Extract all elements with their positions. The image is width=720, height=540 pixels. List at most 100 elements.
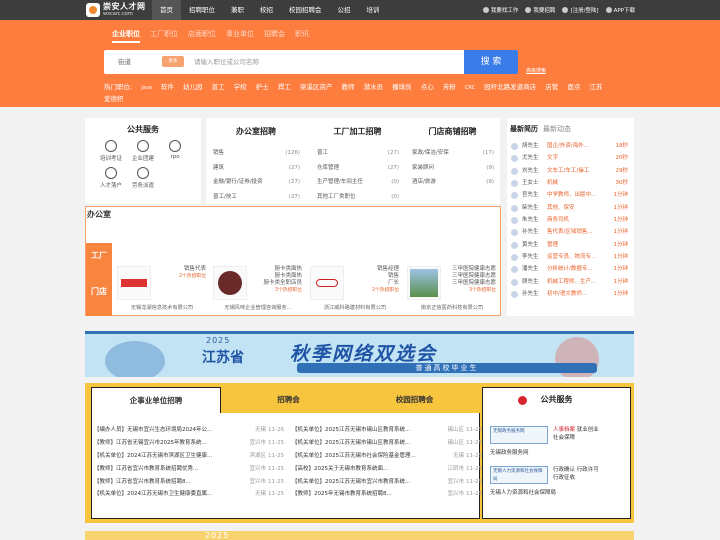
recruit-row[interactable]: 【机关单位】2025江苏无锡市社会保险基金管理... 无锡 11-25 — [292, 450, 482, 463]
company-card[interactable]: 销售代表 2个热招职位 无锡龙湖信息技术有限公司 — [114, 252, 210, 315]
job-cat-row[interactable]: 金融/银行/证券/投资 (27) — [206, 175, 306, 190]
tab-company-jobs[interactable]: 企业职位 — [112, 29, 140, 43]
recruit-row[interactable]: 【机关单位】2025江苏无锡市宜兴市教育系统... 宜兴市 11-25 — [292, 476, 482, 489]
resume-row[interactable]: 孙先生 初中/语文教师... 1分钟 — [507, 288, 634, 300]
nav-home[interactable]: 首页 — [152, 0, 181, 20]
recruit-row[interactable]: 【高校】2025关于无锡市教育系统面... 江阴市 11-25 — [292, 463, 482, 476]
recruit-row[interactable]: 【教师】江苏省宜兴市教育系统招聘8... 宜兴市 11-25 — [94, 476, 284, 489]
recruit-row[interactable]: 【教师】2025年无锡市教育系统招聘8... 宜兴市 11-25 — [292, 488, 482, 501]
recruit-link[interactable]: 我要招聘 — [525, 6, 555, 14]
hot-job[interactable]: 面点 — [567, 83, 580, 91]
company-card[interactable]: 厨卡类面热 厨卡类面热 厨卡类全职店员 3个热招职位 无锡风味企业管理咨询服务... — [210, 252, 306, 315]
hot-job[interactable]: 教师 — [341, 83, 354, 91]
hot-job[interactable]: 软件 — [161, 83, 174, 91]
nav-training[interactable]: 培训 — [359, 0, 388, 20]
job-cat-row[interactable]: 酒店/旅游 (9) — [405, 175, 500, 190]
job-cat-row[interactable]: 普工 (27) — [310, 146, 405, 161]
type-select[interactable]: 更多 — [162, 56, 184, 67]
resume-row[interactable]: 孙先生 售代表/区域销售... 1分钟 — [507, 226, 634, 238]
nav-public[interactable]: 公招 — [330, 0, 359, 20]
tab-latest-resumes[interactable]: 最新简历 — [510, 124, 538, 134]
nav-campus[interactable]: 校招 — [252, 0, 281, 20]
tab-job-fair[interactable]: 招聘会 — [264, 29, 285, 43]
tab-factory[interactable]: 工厂 — [86, 243, 112, 279]
team-building-link[interactable]: 企业团建 — [127, 140, 159, 162]
job-cat-row[interactable]: 家政/保洁/安保 (17) — [405, 146, 500, 161]
job-cat-row[interactable]: 建筑 (27) — [206, 161, 306, 176]
advanced-search-link[interactable]: 高级搜索 — [526, 67, 546, 74]
login-link[interactable]: [注册/登陆] — [562, 6, 599, 14]
hot-job[interactable]: 学校 — [234, 83, 247, 91]
service-item[interactable]: 无锡政务服务网 人事档案 就业创业 社会保障 无锡政务服务网 — [487, 422, 628, 462]
tab-store[interactable]: 门店 — [86, 279, 112, 316]
resume-row[interactable]: 王女士 机械 30秒 — [507, 177, 634, 189]
recruit-row[interactable]: 【机关单位】2025江苏无锡市锡山区教育系统... 锡山区 11-25 — [292, 437, 482, 450]
job-cat-row[interactable]: 普工/技工 (27) — [206, 190, 306, 205]
tab-public-institution[interactable]: 事业单位 — [226, 29, 254, 43]
autumn-fair-banner[interactable]: 2025 江苏省 秋季网络双选会 普通高校毕业生 — [85, 331, 634, 377]
resume-row[interactable]: 李先生 运营专员、物流专... 1分钟 — [507, 251, 634, 263]
resume-row[interactable]: 潘先生 分析统计/数据专... 1分钟 — [507, 263, 634, 275]
resume-row[interactable]: 官先生 中学教师、出版中... 1分钟 — [507, 189, 634, 201]
tab-enterprise-recruit[interactable]: 企事业单位招聘 — [91, 387, 221, 414]
resume-row[interactable]: 刘先生 文车工/车工/操工 29秒 — [507, 165, 634, 177]
resume-row[interactable]: 胡先生 国企/外资/海外... 18秒 — [507, 140, 634, 152]
featured-companies: 办公室 工厂 门店 销售代表 2个热招职位 无锡龙湖信息技术有限公司 厨卡类面热厨… — [85, 206, 501, 316]
job-cat-row[interactable]: 生产管理/车间主任 (0) — [310, 175, 405, 190]
hot-job[interactable]: 播球员 — [392, 83, 412, 91]
hot-job[interactable]: 点心 — [421, 83, 434, 91]
resume-row[interactable]: 柴先生 其他、保安 1分钟 — [507, 202, 634, 214]
recruit-row[interactable]: 【教师】江苏省宜兴市教育系统招聘优秀... 宜兴市 11-25 — [94, 463, 284, 476]
resume-row[interactable]: 黄先生 管理 1分钟 — [507, 239, 634, 251]
site-logo[interactable]: 崇安人才网 wxcarc.com — [86, 2, 146, 17]
recruit-row[interactable]: 【机关单位】2025江苏无锡市锡山区教育系统... 锡山区 11-25 — [292, 424, 482, 437]
recruit-row[interactable]: 【机关单位】2024江苏无锡市卫生健康委直属... 无锡 11-25 — [94, 488, 284, 501]
resume-row[interactable]: 朱先生 商务司机 1分钟 — [507, 214, 634, 226]
job-cat-row[interactable]: 销售 (126) — [206, 146, 306, 161]
hot-job[interactable]: 园杆北路发道商店 — [484, 83, 536, 91]
avatar — [511, 192, 518, 200]
training-cert-link[interactable]: 培训考证 — [95, 140, 127, 162]
city-select[interactable]: 街道 — [118, 50, 131, 74]
recruit-row[interactable]: 【机关单位】2024江苏无锡市滨湖区卫生健康... 滨湖区 11-25 — [94, 450, 284, 463]
nav-campus-fair[interactable]: 校园招聘会 — [281, 0, 330, 20]
company-card[interactable]: 销售经理 销售 厂长 2个热招职位 浙江威科路建材料有限公司 — [307, 252, 403, 315]
hot-job[interactable]: 芳粉 — [443, 83, 456, 91]
resume-row[interactable]: 尤先生 文字 20秒 — [507, 152, 634, 164]
service-item[interactable]: 无锡人力资源和社会保障局 行政确认 行政许可 行政征收 无锡人力资源和社会保障局 — [487, 462, 628, 502]
tab-latest-news[interactable]: 最新动态 — [543, 124, 571, 134]
job-cat-row[interactable]: 其他工厂类职位 (0) — [310, 190, 405, 205]
company-card[interactable]: 三甲医院健康志愿 三甲医院健康志愿 三甲医院健康志愿 3个热招职位 南京正信医药科技有… — [404, 252, 500, 315]
app-download-link[interactable]: APP下载 — [605, 6, 635, 14]
labor-dispatch-link[interactable]: 劳务派遣 — [127, 167, 159, 189]
job-cat-row[interactable]: 仓库管理 (27) — [310, 161, 405, 176]
tab-job-fairs[interactable]: 招聘会 — [231, 387, 346, 413]
recruit-row[interactable]: 【编办人员】无锡市宜兴生态环境局2024年公... 无锡 11-26 — [94, 424, 284, 437]
tab-news[interactable]: 职讯 — [295, 29, 309, 43]
hot-job[interactable]: 焊工 — [278, 83, 291, 91]
tab-office[interactable]: 办公室 — [86, 207, 112, 243]
hot-job[interactable]: 店管 — [545, 83, 558, 91]
tab-campus-fairs[interactable]: 校园招聘会 — [357, 387, 472, 413]
tab-store-jobs[interactable]: 店面职位 — [188, 29, 216, 43]
search-button[interactable]: 搜 索 — [464, 50, 518, 74]
hot-job[interactable]: 梁溪区资产 — [300, 83, 333, 91]
hot-job[interactable]: 普工 — [212, 83, 225, 91]
settlement-link[interactable]: 人才落户 — [95, 167, 127, 189]
rpo-link[interactable]: rpo — [159, 140, 191, 162]
job-cat-row[interactable]: 家装顾问 (9) — [405, 161, 500, 176]
hot-job[interactable]: 潜水员 — [364, 83, 384, 91]
hot-job[interactable]: CRC — [465, 85, 475, 91]
bottom-banner[interactable]: 2025 — [85, 531, 634, 540]
service-tags: 行政确认 行政许可 行政征收 — [553, 467, 599, 481]
tab-factory-jobs[interactable]: 工厂职位 — [150, 29, 178, 43]
recruit-row[interactable]: 【教师】江苏省无锡宜兴市2025年教育系统... 宜兴市 11-25 — [94, 437, 284, 450]
find-job-link[interactable]: 我要找工作 — [482, 6, 518, 14]
nav-parttime[interactable]: 兼职 — [223, 0, 252, 20]
search-input[interactable]: 请输入职位或公司名称 — [194, 50, 259, 74]
hot-job[interactable]: 幼儿园 — [183, 83, 203, 91]
nav-jobs[interactable]: 招聘职位 — [181, 0, 223, 20]
resume-row[interactable]: 顾先生 机械工程师、生产... 1分钟 — [507, 276, 634, 288]
hot-job[interactable]: 护士 — [256, 83, 269, 91]
hot-job[interactable]: Java — [141, 85, 152, 91]
